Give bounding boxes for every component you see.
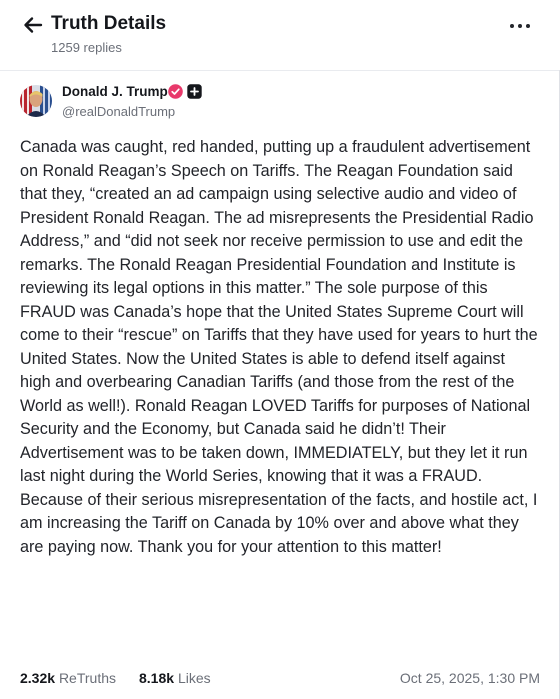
post-body: Canada was caught, red handed, putting u… [20,138,538,556]
header-divider [0,70,560,71]
reply-count: 1259 replies [51,40,122,55]
retruths-stat[interactable]: 2.32k ReTruths [20,670,116,686]
back-arrow-icon[interactable] [22,14,44,36]
likes-count: 8.18k [139,670,175,686]
author-handle[interactable]: @realDonaldTrump [62,104,175,119]
plus-badge-icon [187,84,202,99]
more-options-icon[interactable] [509,19,531,33]
author-name[interactable]: Donald J. Trump [62,84,168,99]
retruths-count: 2.32k [20,670,56,686]
retruths-label: ReTruths [58,670,116,686]
post-footer: 2.32k ReTruths 8.18k Likes Oct 25, 2025,… [20,670,540,690]
page-title: Truth Details [51,13,167,34]
page-header: Truth Details 1259 replies [0,0,560,70]
post-timestamp[interactable]: Oct 25, 2025, 1:30 PM [400,670,540,686]
likes-stat[interactable]: 8.18k Likes [139,670,211,686]
likes-label: Likes [177,670,211,686]
truth-details-page: Truth Details 1259 replies Donald J. Tru… [0,0,560,699]
avatar[interactable] [20,85,52,117]
verified-badge-icon [168,84,183,99]
